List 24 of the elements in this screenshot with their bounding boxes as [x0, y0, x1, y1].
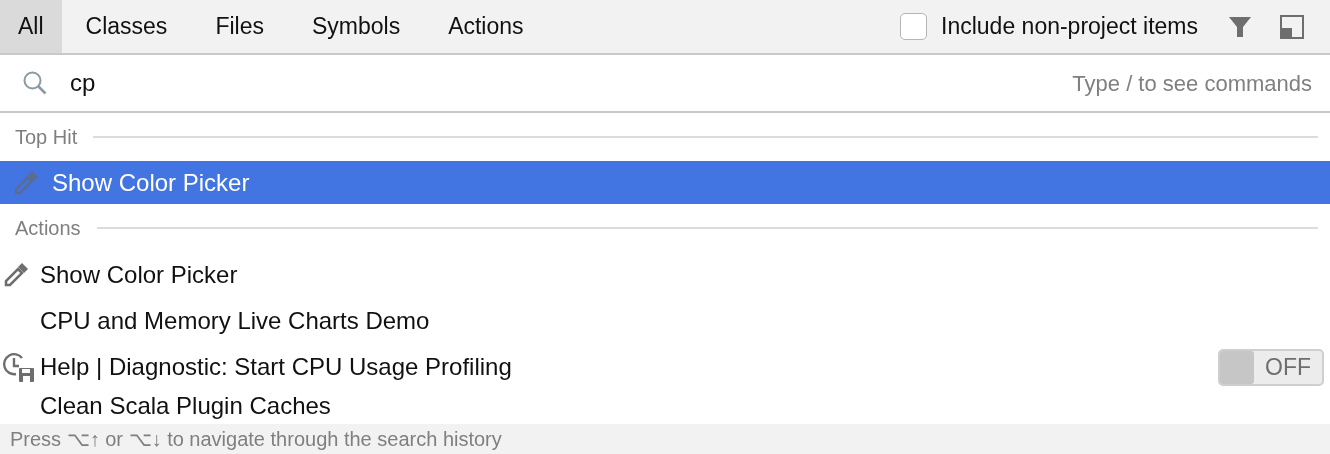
- section-header: Actions: [15, 216, 81, 241]
- tab[interactable]: Files: [191, 0, 288, 53]
- search-icon: [22, 70, 48, 96]
- tab[interactable]: Symbols: [287, 0, 425, 53]
- tab[interactable]: Classes: [61, 0, 192, 53]
- result-item[interactable]: Help | Diagnostic: Start CPU Usage Profiling OFF: [0, 344, 1330, 390]
- window-icon[interactable]: [1280, 14, 1304, 39]
- clock-icon: [2, 352, 36, 382]
- tab[interactable]: Actions: [424, 0, 548, 53]
- toggle-switch[interactable]: OFF: [1218, 348, 1324, 386]
- eyedropper-icon: [2, 261, 30, 289]
- checkbox[interactable]: [900, 13, 928, 40]
- search-field[interactable]: cp: [70, 65, 1073, 101]
- hint-text: Type / to see commands: [1072, 69, 1312, 98]
- checkbox-label[interactable]: Include non-project items: [941, 9, 1198, 44]
- result-item[interactable]: Show Color Picker: [0, 161, 1330, 204]
- eyedropper-icon: [12, 168, 40, 197]
- result-item[interactable]: Show Color Picker: [0, 252, 1330, 298]
- section-header: Top Hit: [15, 125, 78, 150]
- result-item[interactable]: Clean Scala Plugin Caches: [0, 390, 1330, 420]
- filter-icon[interactable]: [1228, 14, 1252, 39]
- result-item[interactable]: CPU and Memory Live Charts Demo: [0, 298, 1330, 344]
- status-bar: Press ⌥↑ or ⌥↓ to navigate through the search history: [0, 424, 1330, 454]
- tab[interactable]: All: [0, 0, 62, 53]
